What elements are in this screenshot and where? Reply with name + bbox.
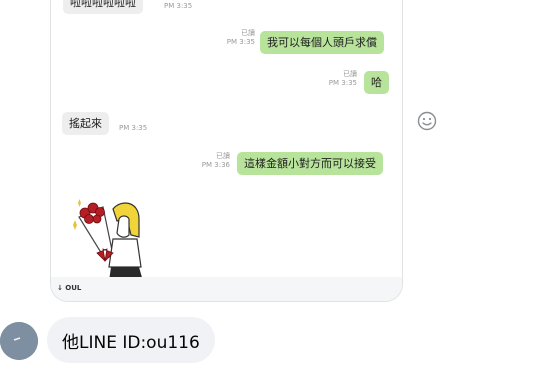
message-time: PM 3:35	[119, 124, 148, 132]
preview-footer-label: ↓ OUL	[57, 284, 82, 292]
message-time: PM 3:35	[164, 2, 193, 10]
message-meta: PM 3:35	[164, 2, 192, 11]
message-time: PM 3:36	[201, 161, 230, 169]
message-meta: PM 3:35	[119, 124, 147, 133]
sent-message: 我可以每個人頭戶求償	[260, 31, 384, 54]
smiley-face-icon[interactable]	[417, 111, 437, 131]
sent-message: 這樣金額小對方而可以接受	[237, 152, 383, 175]
sent-message: 哈	[364, 71, 389, 94]
comment-text: 他LINE ID:ou116	[62, 332, 200, 353]
received-message: 搖起來	[62, 112, 109, 135]
read-status: 已讀	[343, 70, 357, 78]
comment-bubble[interactable]: 他LINE ID:ou116	[47, 317, 215, 363]
chat-screenshot: 啦啦啦啦啦啦 PM 3:35 已讀 PM 3:35 我可以每個人頭戶求償 已讀 …	[50, 0, 403, 302]
message-meta: 已讀 PM 3:35	[219, 29, 255, 47]
message-meta: 已讀 PM 3:36	[194, 152, 230, 170]
message-time: PM 3:35	[226, 38, 255, 46]
preview-footer	[51, 277, 402, 301]
avatar-icon	[0, 322, 38, 360]
message-meta: 已讀 PM 3:35	[321, 70, 357, 88]
user-avatar[interactable]	[0, 322, 38, 360]
received-message: 啦啦啦啦啦啦	[63, 0, 143, 14]
read-status: 已讀	[241, 29, 255, 37]
message-time: PM 3:35	[328, 79, 357, 87]
read-status: 已讀	[216, 152, 230, 160]
